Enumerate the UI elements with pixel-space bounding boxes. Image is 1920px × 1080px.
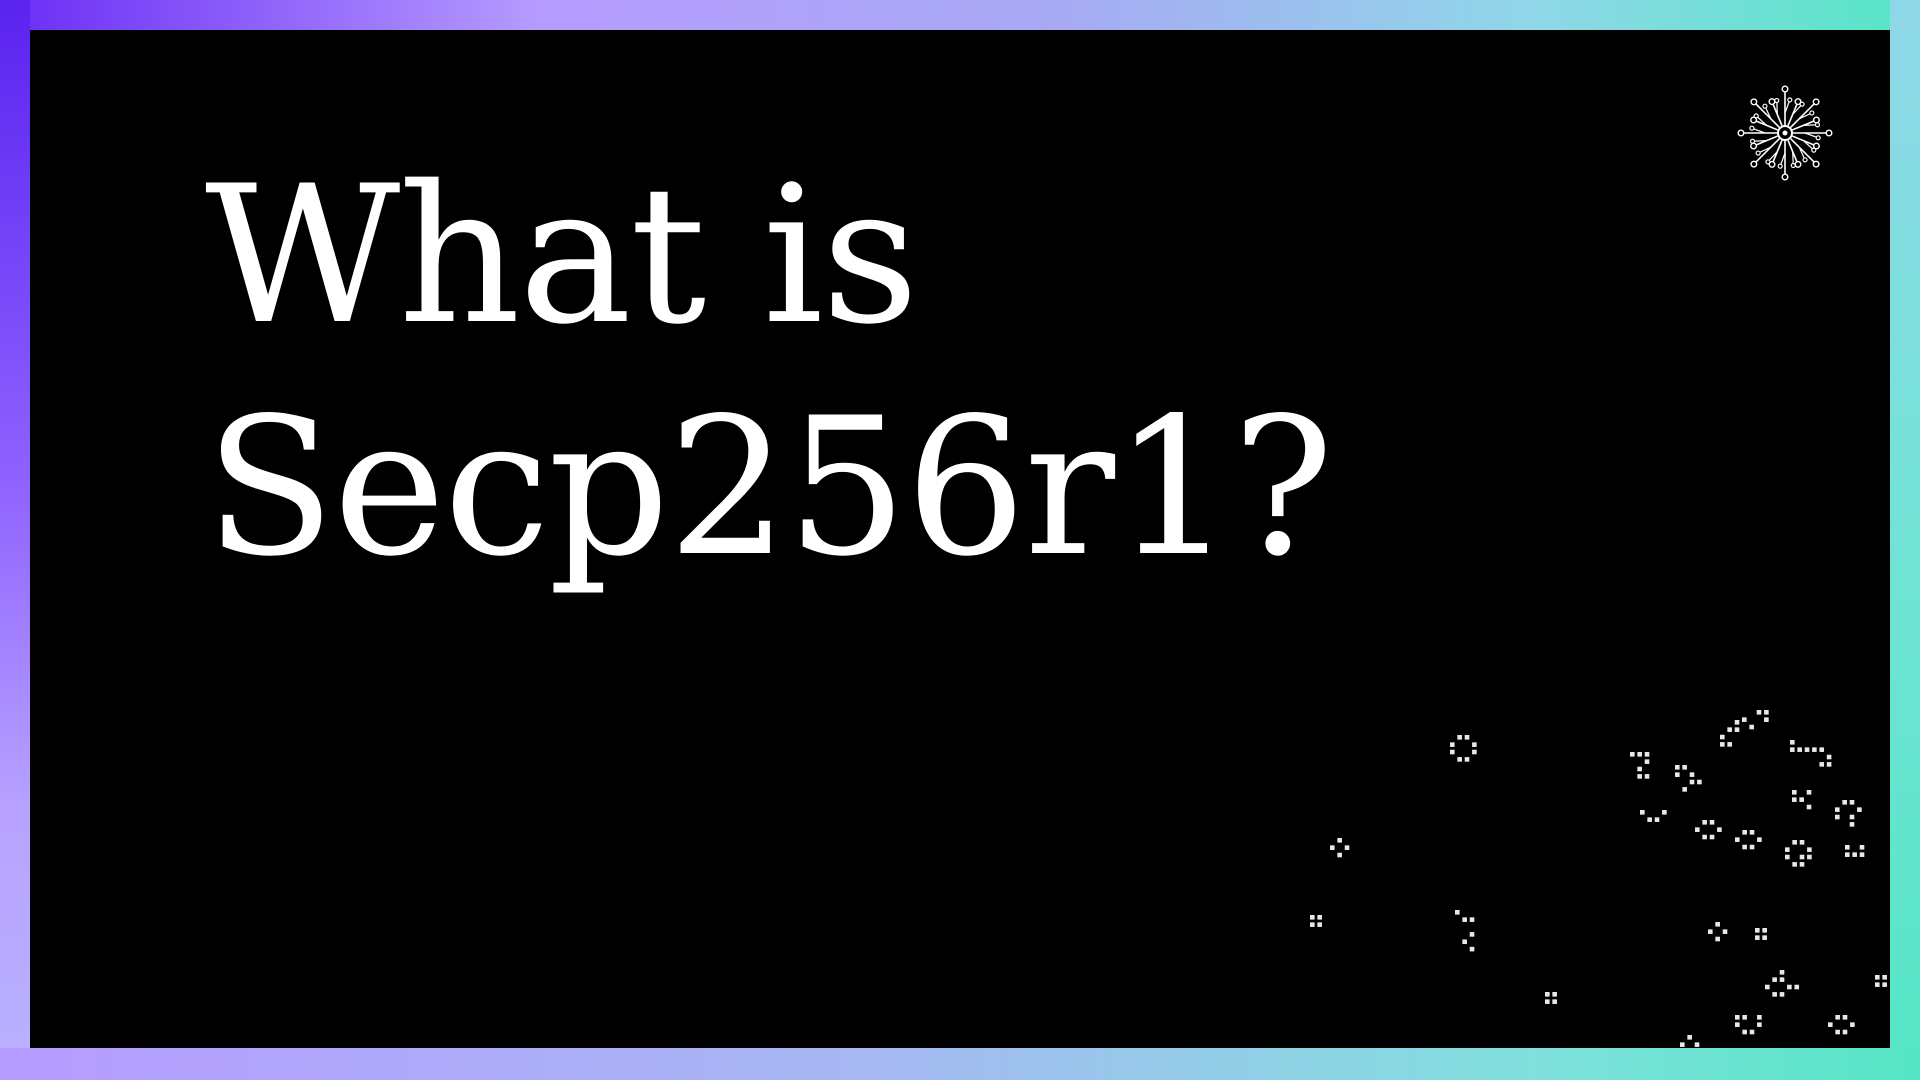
gradient-frame-right	[1890, 0, 1920, 1080]
gradient-frame-bottom	[0, 1048, 1920, 1080]
gradient-frame-left	[0, 0, 30, 1080]
slide-panel: What is Secp256r1?	[30, 30, 1890, 1048]
pixel-cluster-decoration	[1310, 710, 1887, 1047]
